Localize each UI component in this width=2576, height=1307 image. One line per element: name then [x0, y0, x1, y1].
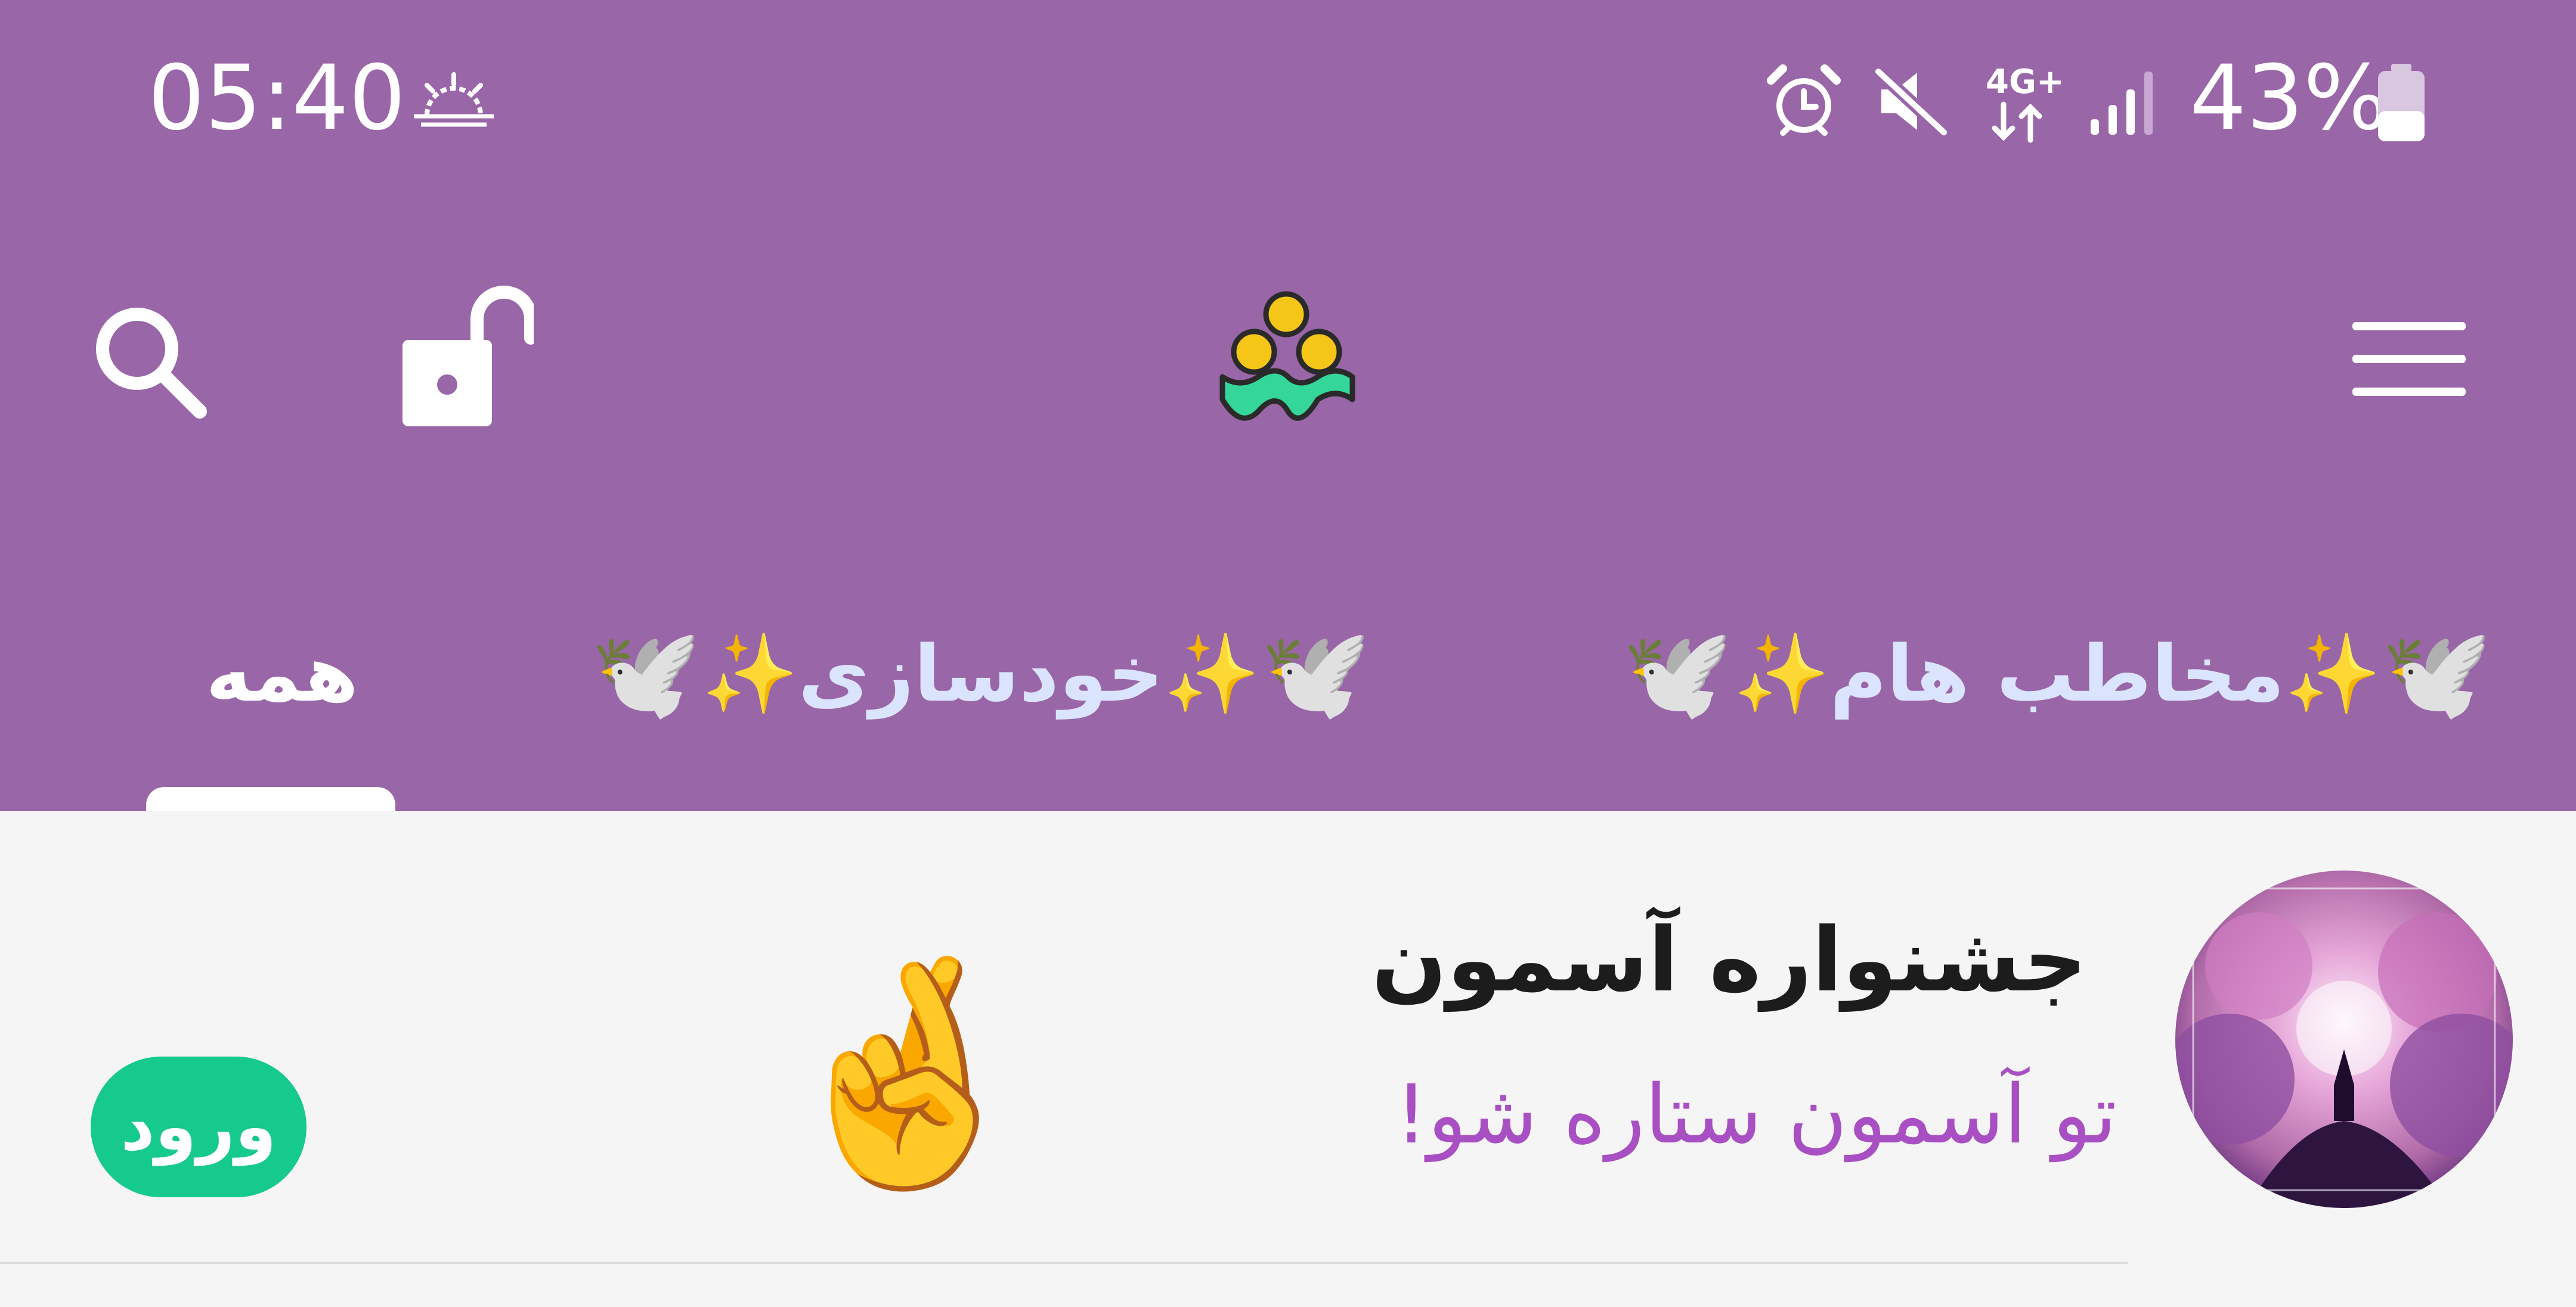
sparkles-emoji: ✨	[1163, 628, 1261, 719]
tab-my-contacts[interactable]: 🕊️✨مخاطب هام✨🕊️	[1622, 608, 2493, 739]
row-divider	[0, 1262, 2128, 1264]
tab-all[interactable]: همه	[206, 608, 358, 739]
battery-percent: 43%	[2190, 47, 2389, 150]
dove-emoji: 🕊️	[1622, 622, 1733, 726]
festival-avatar	[2175, 871, 2513, 1208]
dove-emoji: 🕊️	[1260, 622, 1371, 726]
sparkles-emoji: ✨	[1733, 628, 1830, 719]
tab-self-improvement-label: خودسازی	[798, 628, 1164, 719]
search-icon[interactable]	[89, 301, 209, 420]
dove-emoji: 🕊️	[590, 622, 702, 726]
chat-list: جشنواره آسمون تو آسمون ستاره شو! 🤞 ورود	[0, 811, 2576, 1307]
app-toolbar	[0, 179, 2576, 537]
network-arrows-icon	[1992, 101, 2042, 143]
tab-all-label: همه	[206, 628, 359, 719]
sparkles-emoji: ✨	[701, 628, 798, 719]
network-type-label: 4G+	[1986, 63, 2064, 101]
app-logo[interactable]	[1216, 286, 1360, 432]
app-screen: 05:40 4G+ 43% همه 🕊️✨خودسازی✨🕊️ 🕊️✨مخاطب…	[0, 0, 2576, 1307]
chat-title: جشنواره آسمون	[1371, 909, 2087, 1011]
folder-tabs: همه 🕊️✨خودسازی✨🕊️ 🕊️✨مخاطب هام✨🕊️	[0, 537, 2576, 817]
signal-icon	[2091, 72, 2153, 135]
tab-my-contacts-label: مخاطب هام	[1829, 628, 2285, 719]
mute-icon	[1874, 66, 1949, 137]
tab-self-improvement[interactable]: 🕊️✨خودسازی✨🕊️	[590, 608, 1371, 739]
status-bar: 05:40 4G+ 43%	[0, 0, 2576, 179]
sunrise-icon	[414, 72, 494, 127]
crossed-fingers-emoji: 🤞	[769, 945, 1044, 1201]
dove-emoji: 🕊️	[2381, 622, 2493, 726]
login-button[interactable]: ورود	[91, 1057, 306, 1197]
battery-icon	[2378, 64, 2425, 141]
chat-subtitle: تو آسمون ستاره شو!	[1395, 1068, 2117, 1162]
status-time: 05:40	[148, 47, 406, 150]
sparkles-emoji: ✨	[2284, 628, 2382, 719]
chat-row[interactable]: جشنواره آسمون تو آسمون ستاره شو! 🤞 ورود	[0, 811, 2576, 1264]
unlock-icon[interactable]	[397, 283, 534, 429]
alarm-icon	[1767, 64, 1841, 136]
menu-icon[interactable]	[2352, 319, 2466, 399]
